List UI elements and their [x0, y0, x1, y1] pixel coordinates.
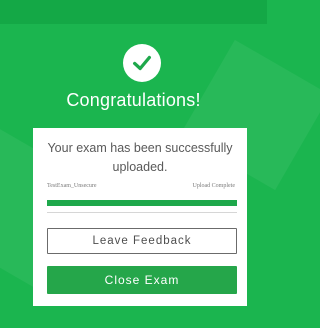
close-exam-button[interactable]: Close Exam: [47, 266, 237, 294]
upload-progress-bar: [47, 200, 237, 206]
exam-name: TestExam_Unsecure: [47, 183, 97, 189]
checkmark-icon: [133, 55, 151, 71]
leave-feedback-button[interactable]: Leave Feedback: [47, 228, 237, 254]
divider: [47, 212, 237, 213]
upload-message: Your exam has been successfully uploaded…: [47, 141, 233, 174]
upload-card: Your exam has been successfully uploaded…: [33, 128, 247, 306]
upload-progress-fill: [47, 200, 237, 206]
success-badge: [123, 44, 161, 82]
top-strip: [0, 0, 267, 24]
upload-status: Upload Complete: [192, 183, 236, 189]
congratulations-heading: Congratulations!: [66, 90, 201, 110]
